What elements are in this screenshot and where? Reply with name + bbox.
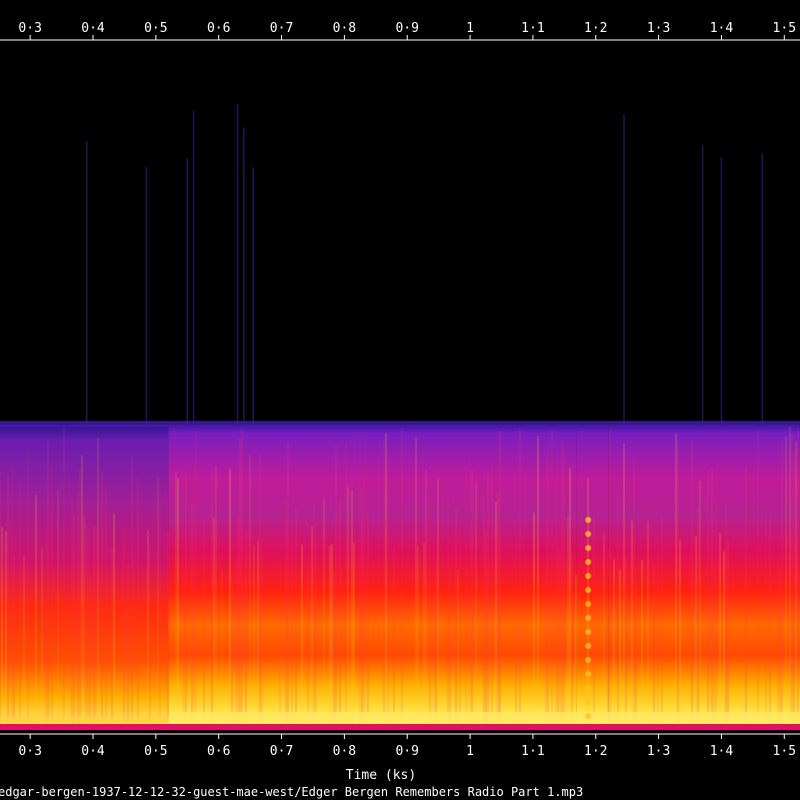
bottom-tick-label: 1·2: [584, 744, 607, 759]
bottom-tick-group: 0·3 0·4 0·5 0·6 0·7 0·8 0·9 1 1·1 1·2 1·3 1·4 1·5: [18, 734, 796, 759]
bottom-tick-label: 1·1: [521, 744, 544, 759]
top-tick-label: 0·4: [81, 21, 105, 36]
top-tick-label: 0·9: [395, 21, 418, 36]
bottom-tick-label: 1·5: [773, 744, 796, 759]
spectrogram-figure: 0·3 0·4 0·5 0·6 0·7 0·8 0·9 1 1·1 1·2 1·3 1·4 1·5 0·…: [0, 21, 800, 799]
bottom-tick-label: 1: [466, 744, 474, 759]
dotted-column-mark: [585, 657, 592, 663]
bottom-tick-label: 0·7: [270, 744, 293, 759]
dotted-column-mark: [585, 517, 592, 523]
bottom-strip: [0, 724, 800, 730]
bottom-tick-label: 0·5: [144, 744, 167, 759]
top-tick-label: 0·3: [18, 21, 41, 36]
bottom-tick-label: 0·8: [333, 744, 356, 759]
top-tick-label: 1·4: [710, 21, 734, 36]
x-axis-title: Time (ks): [346, 768, 416, 783]
dotted-column-mark: [585, 713, 592, 719]
top-tick-label: 0·6: [207, 21, 230, 36]
dotted-column-mark: [585, 531, 592, 537]
dotted-column-mark: [585, 643, 592, 649]
file-caption: edgar-bergen-1937-12-12-32-guest-mae-wes…: [0, 785, 583, 799]
band-top-edge: [0, 421, 800, 427]
dotted-column-mark: [585, 573, 592, 579]
top-tick-label: 0·5: [144, 21, 167, 36]
bottom-tick-label: 0·3: [18, 744, 41, 759]
dotted-column-mark: [585, 545, 592, 551]
top-tick-label: 1·5: [773, 21, 796, 36]
dotted-column-mark: [585, 685, 592, 691]
dotted-column-mark: [585, 559, 592, 565]
low-frequency-band: [0, 716, 169, 724]
top-tick-group: 0·3 0·4 0·5 0·6 0·7 0·8 0·9 1 1·1 1·2 1·3 1·4 1·5: [18, 21, 796, 40]
bottom-tick-label: 1·4: [710, 744, 734, 759]
bottom-tick-label: 0·6: [207, 744, 230, 759]
dotted-column-mark: [585, 587, 592, 593]
bottom-tick-label: 0·9: [395, 744, 418, 759]
top-tick-label: 0·7: [270, 21, 293, 36]
dotted-column-mark: [585, 601, 592, 607]
top-tick-label: 0·8: [333, 21, 356, 36]
low-frequency-band: [168, 712, 800, 726]
top-tick-label: 1·3: [647, 21, 670, 36]
bottom-tick-label: 0·4: [81, 744, 105, 759]
dotted-column-mark: [585, 699, 592, 705]
dotted-column-mark: [585, 629, 592, 635]
top-tick-label: 1·2: [584, 21, 607, 36]
dotted-column-mark: [585, 615, 592, 621]
spectrogram-segment: [608, 425, 800, 728]
dotted-column-mark: [585, 671, 592, 677]
top-tick-label: 1·1: [521, 21, 544, 36]
top-tick-label: 1: [466, 21, 474, 36]
bottom-tick-label: 1·3: [647, 744, 670, 759]
